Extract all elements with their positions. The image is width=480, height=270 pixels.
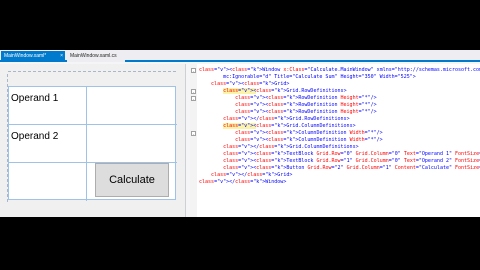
xaml-code-editor[interactable]: - - - - class="v"><class="k">Window x:Cl… <box>190 64 480 217</box>
tab-mainwindow-xaml-cs[interactable]: MainWindow.xaml.cs <box>67 51 125 62</box>
window-preview[interactable]: Operand 1 Operand 2 Calculate <box>8 86 177 201</box>
code-line[interactable]: class="v"></class="k">Window> <box>199 179 286 186</box>
code-line[interactable]: class="v"><class="k">TextBlock Grid.Row=… <box>199 151 480 158</box>
code-line[interactable]: class="v"><class="k">ColumnDefinition Wi… <box>199 137 383 144</box>
row-gridline <box>9 124 177 125</box>
code-line[interactable]: class="v"><class="k">ColumnDefinition Wi… <box>199 130 383 137</box>
code-line[interactable]: class="v"><class="k">Button Grid.Row="2"… <box>199 165 480 172</box>
column-ruler[interactable] <box>8 67 176 72</box>
tab-label: MainWindow.xaml* <box>4 53 47 59</box>
operand-2-textblock[interactable]: Operand 2 <box>11 131 58 142</box>
code-line[interactable]: class="v"></class="k">Grid.RowDefinition… <box>199 116 349 123</box>
code-line[interactable]: class="v"><class="k">TextBlock Grid.Row=… <box>199 158 480 165</box>
code-line[interactable]: class="v"></class="k">Grid> <box>199 172 292 179</box>
xaml-designer[interactable]: Operand 1 Operand 2 Calculate <box>0 64 186 217</box>
code-line[interactable]: class="v"><class="k">Window x:Class="Cal… <box>199 67 480 74</box>
collapse-icon[interactable]: - <box>191 96 196 101</box>
tab-mainwindow-xaml[interactable]: MainWindow.xaml* × <box>1 51 65 62</box>
outlining-margin: - - - - <box>190 64 197 217</box>
code-line[interactable]: class="v"><class="k">RowDefinition Heigh… <box>199 102 377 109</box>
visual-studio-screenshot: MainWindow.xaml* × MainWindow.xaml.cs Op… <box>0 50 480 217</box>
code-line[interactable]: mc:Ignorable="d" Title="Calculate Sum" H… <box>199 74 416 81</box>
document-tab-strip: MainWindow.xaml* × MainWindow.xaml.cs <box>0 50 480 62</box>
tab-label: MainWindow.xaml.cs <box>70 53 117 59</box>
code-line[interactable]: class="v"><class="k">Grid> <box>199 81 289 88</box>
close-icon[interactable]: × <box>60 51 63 62</box>
collapse-icon[interactable]: - <box>191 131 196 136</box>
code-line[interactable]: class="v"><class="k">Grid.RowDefinitions… <box>199 88 347 95</box>
code-line[interactable]: class="v"><class="k">Grid.ColumnDefiniti… <box>199 123 356 130</box>
collapse-icon[interactable]: - <box>191 89 196 94</box>
calculate-button[interactable]: Calculate <box>95 163 169 197</box>
code-line[interactable]: class="v"></class="k">Grid.ColumnDefinit… <box>199 144 359 151</box>
collapse-icon[interactable]: - <box>191 68 196 73</box>
code-line[interactable]: class="v"><class="k">RowDefinition Heigh… <box>199 95 377 102</box>
code-line[interactable]: class="v"><class="k">RowDefinition Heigh… <box>199 109 377 116</box>
operand-1-textblock[interactable]: Operand 1 <box>11 93 58 104</box>
column-gridline <box>86 87 87 201</box>
